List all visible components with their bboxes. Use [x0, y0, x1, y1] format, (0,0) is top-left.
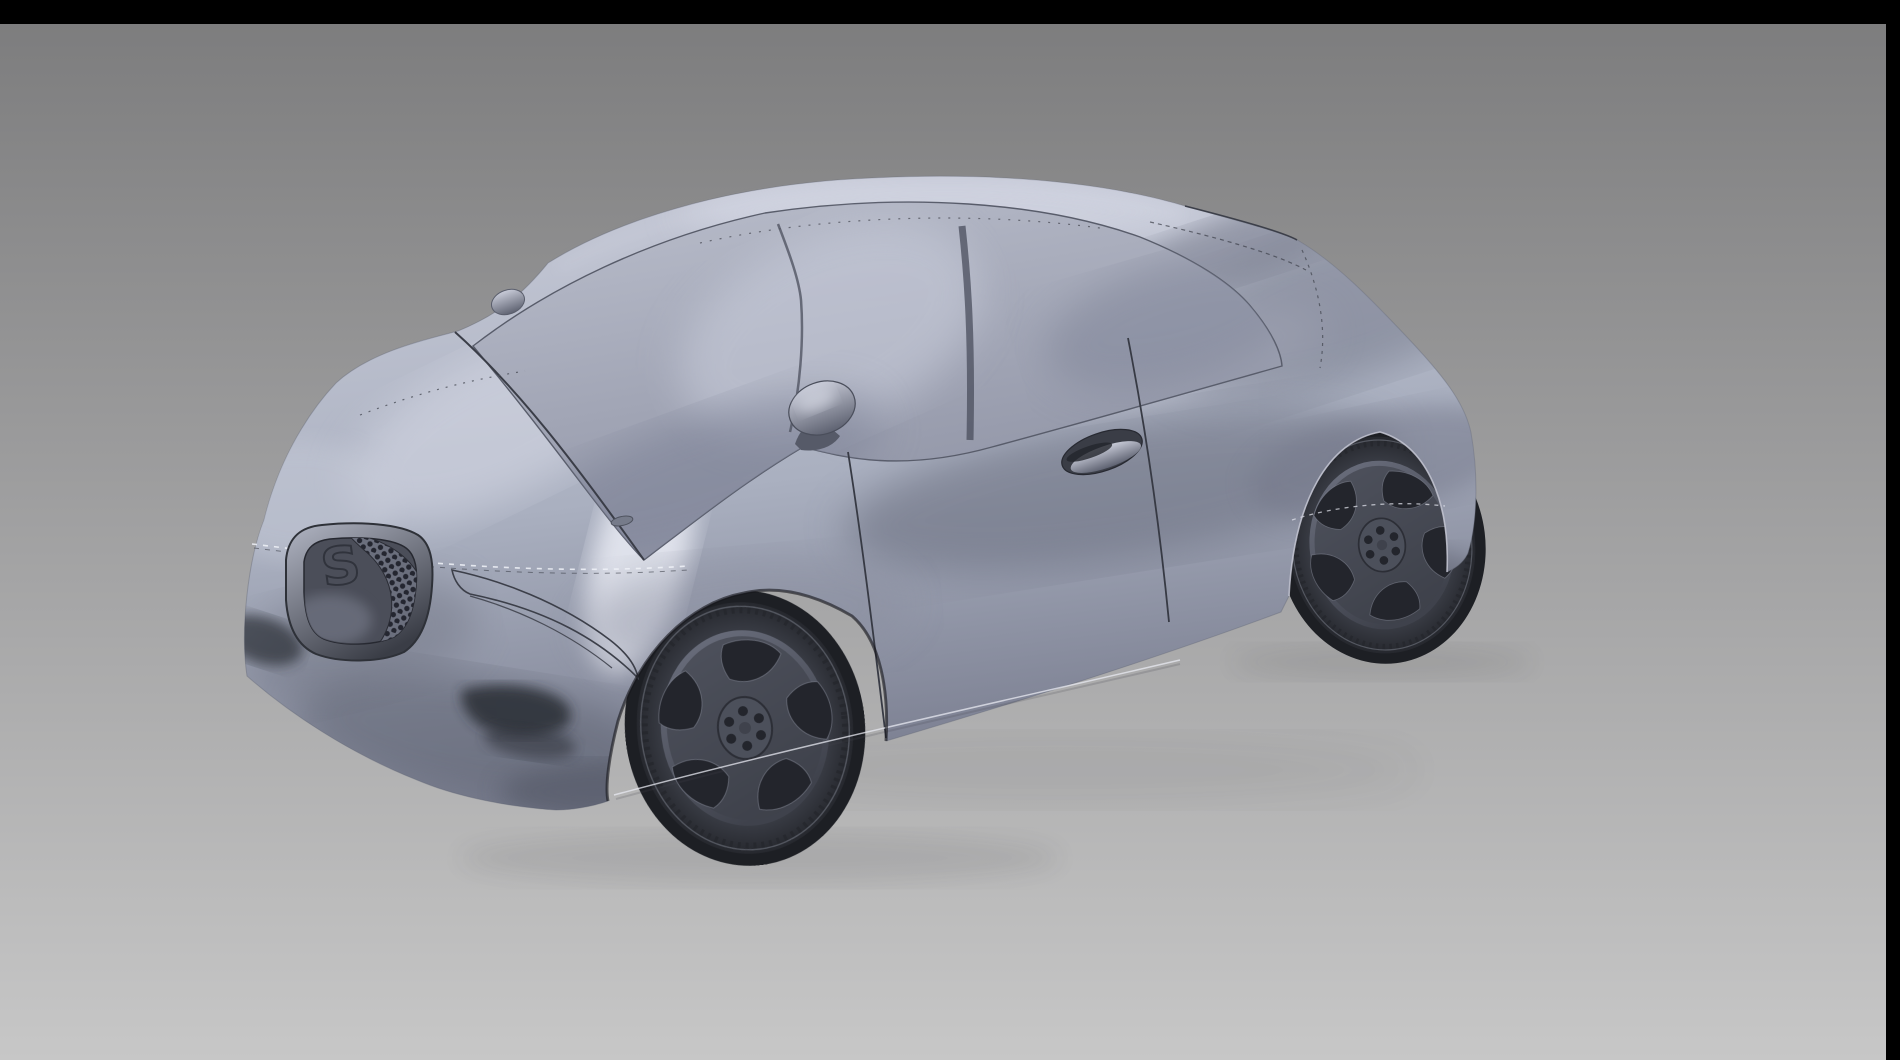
right-letterbox-bar: [1886, 0, 1900, 1060]
front-grille: S: [286, 523, 432, 660]
3d-viewport[interactable]: S: [0, 24, 1886, 1060]
render-canvas: S: [0, 24, 1886, 1060]
seat-logo-icon: S: [317, 534, 364, 599]
application-window: S: [0, 0, 1900, 1060]
top-letterbox-bar: [0, 0, 1900, 24]
